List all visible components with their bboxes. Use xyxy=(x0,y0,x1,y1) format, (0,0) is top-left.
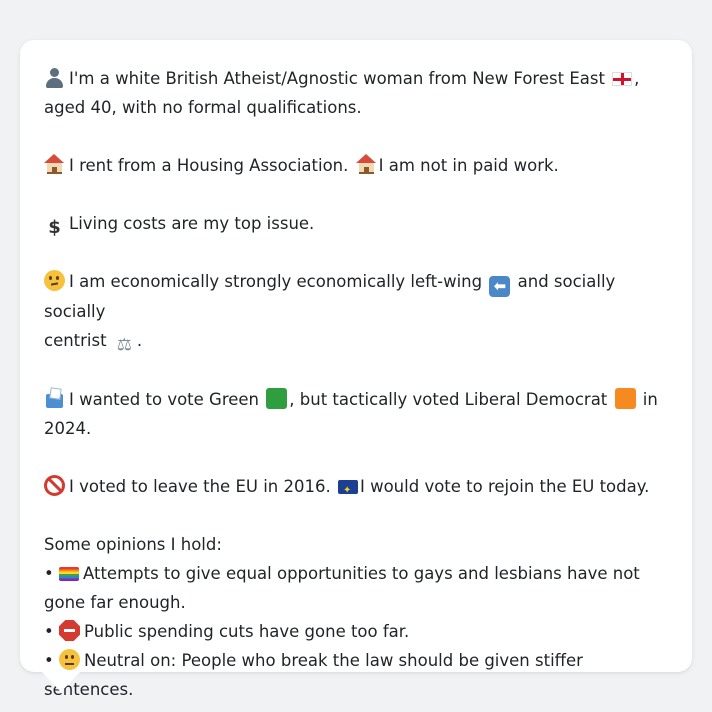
opinion-item: • Neutral on: People who break the law s… xyxy=(44,646,668,704)
no-entry-icon xyxy=(44,475,65,496)
tactical-vote-text: , but tactically voted Liberal Democrat xyxy=(289,390,608,409)
politics-line: I am economically strongly economically … xyxy=(44,267,668,356)
left-arrow-icon: ⬅ xyxy=(489,276,511,297)
persona-card: I'm a white British Atheist/Agnostic wom… xyxy=(20,40,692,699)
employment-text: I am not in paid work. xyxy=(378,156,559,175)
house-icon xyxy=(44,154,65,175)
issue-line: $ Living costs are my top issue. xyxy=(44,209,668,238)
issue-text: Living costs are my top issue. xyxy=(69,214,315,233)
eu-2016-text: I voted to leave the EU in 2016. xyxy=(69,477,331,496)
economic-text: I am economically strongly economically … xyxy=(69,272,483,291)
opinion-text-continued: gone far enough. xyxy=(44,593,186,612)
wanted-vote-text: I wanted to vote Green xyxy=(69,390,260,409)
stop-sign-icon xyxy=(58,620,80,641)
thinking-face-icon xyxy=(44,270,65,291)
vote-in-text: in xyxy=(642,390,658,409)
vote-year-text: 2024. xyxy=(44,419,92,438)
orange-square-icon xyxy=(614,388,636,409)
age-qualifications-text: aged 40, with no formal qualifications. xyxy=(44,98,362,117)
eu-today-text: I would vote to rejoin the EU today. xyxy=(359,477,650,496)
england-flag-icon xyxy=(612,72,633,86)
eu-flag-icon xyxy=(337,476,358,505)
housing-text: I rent from a Housing Association. xyxy=(69,156,349,175)
vote-line: I wanted to vote Green , but tactically … xyxy=(44,385,668,443)
opinion-text: Public spending cuts have gone too far. xyxy=(83,622,410,641)
dollar-icon: $ xyxy=(48,217,61,238)
opinion-text: Neutral on: People who break the law sho… xyxy=(44,651,583,699)
opinion-item: • Attempts to give equal opportunities t… xyxy=(44,559,668,617)
bullet: • xyxy=(44,622,54,641)
person-icon xyxy=(44,67,65,88)
housing-line: I rent from a Housing Association. I am … xyxy=(44,151,668,180)
identity-comma: , xyxy=(634,69,640,88)
politics-period: . xyxy=(136,331,143,350)
house-icon xyxy=(355,154,377,175)
eu-line: I voted to leave the EU in 2016. I would… xyxy=(44,472,668,505)
bullet: • xyxy=(44,651,54,670)
bullet: • xyxy=(44,564,54,583)
identity-text: I'm a white British Atheist/Agnostic wom… xyxy=(69,69,605,88)
opinions-heading: Some opinions I hold: xyxy=(44,535,222,554)
speech-bubble-tail xyxy=(40,670,82,692)
ballot-box-icon xyxy=(44,388,65,409)
opinion-item: • Public spending cuts have gone too far… xyxy=(44,617,668,646)
rainbow-flag-icon xyxy=(58,567,79,581)
identity-line: I'm a white British Atheist/Agnostic wom… xyxy=(44,64,668,122)
opinion-text: Attempts to give equal opportunities to … xyxy=(82,564,640,583)
centrist-text: centrist xyxy=(44,331,107,350)
scales-icon: ⚖ xyxy=(116,335,132,355)
neutral-face-icon xyxy=(58,649,80,670)
green-square-icon xyxy=(266,388,288,409)
